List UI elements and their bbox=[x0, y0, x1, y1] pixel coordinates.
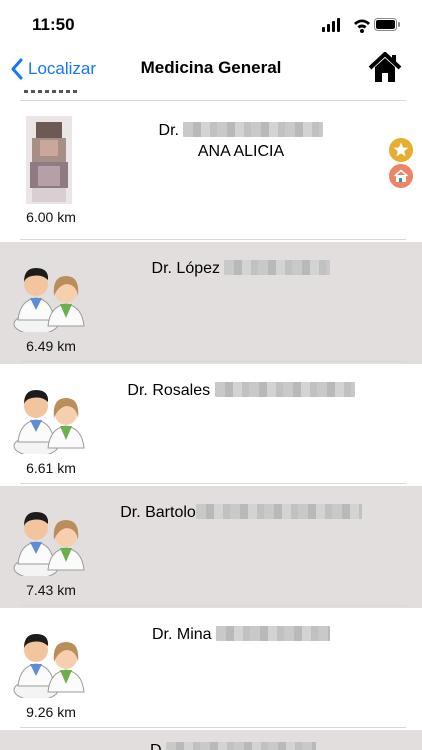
doctor-name: D bbox=[150, 742, 317, 750]
redacted-name bbox=[214, 382, 355, 397]
distance-label: 6.00 km bbox=[26, 209, 76, 225]
doctor-row[interactable]: 6.49 km Dr. López bbox=[0, 242, 422, 364]
doctor-name: Dr. bbox=[100, 122, 382, 140]
home-icon bbox=[368, 52, 402, 82]
doctor-name: Dr. López bbox=[100, 260, 382, 278]
status-icons bbox=[322, 16, 400, 34]
doctor-photo bbox=[26, 116, 72, 204]
doctor-row[interactable]: 9.26 km Dr. Mina bbox=[0, 608, 422, 730]
redacted-name bbox=[195, 504, 362, 519]
distance-label: 6.61 km bbox=[26, 460, 76, 476]
signal-icon bbox=[322, 18, 340, 32]
partial-row-top bbox=[0, 90, 422, 102]
doctor-name: Dr. Rosales bbox=[100, 382, 382, 400]
doctor-row[interactable]: 6.61 km Dr. Rosales bbox=[0, 364, 422, 486]
page-title: Medicina General bbox=[140, 58, 282, 77]
doctor-row-partial[interactable]: D bbox=[0, 730, 422, 750]
distance-label: 9.26 km bbox=[26, 704, 76, 720]
redacted-name bbox=[216, 626, 331, 641]
status-time: 11:50 bbox=[32, 15, 75, 34]
doctors-icon bbox=[13, 512, 85, 576]
doctor-name-second-line: ANA ALICIA bbox=[197, 143, 285, 160]
star-badge-icon bbox=[389, 138, 413, 162]
wifi-icon bbox=[354, 19, 370, 33]
status-bar: 11:50 bbox=[0, 0, 422, 48]
doctors-icon bbox=[13, 268, 85, 332]
doctor-row[interactable]: 6.00 km Dr. ANA ALICIA bbox=[0, 102, 422, 242]
doctor-name: Dr. Bartolo bbox=[100, 504, 382, 522]
home-button[interactable] bbox=[368, 51, 402, 85]
redacted-name bbox=[224, 260, 331, 275]
distance-label: 7.43 km bbox=[26, 582, 76, 598]
navigation-bar: Localizar Medicina General bbox=[0, 48, 422, 90]
doctors-icon bbox=[13, 634, 85, 698]
battery-icon bbox=[374, 18, 400, 31]
house-badge-icon bbox=[389, 164, 413, 188]
doctor-name: Dr. Mina bbox=[100, 626, 382, 644]
redacted-name bbox=[183, 122, 324, 137]
distance-label: 6.49 km bbox=[26, 338, 76, 354]
doctors-icon bbox=[13, 390, 85, 454]
doctor-row[interactable]: 7.43 km Dr. Bartolo bbox=[0, 486, 422, 608]
